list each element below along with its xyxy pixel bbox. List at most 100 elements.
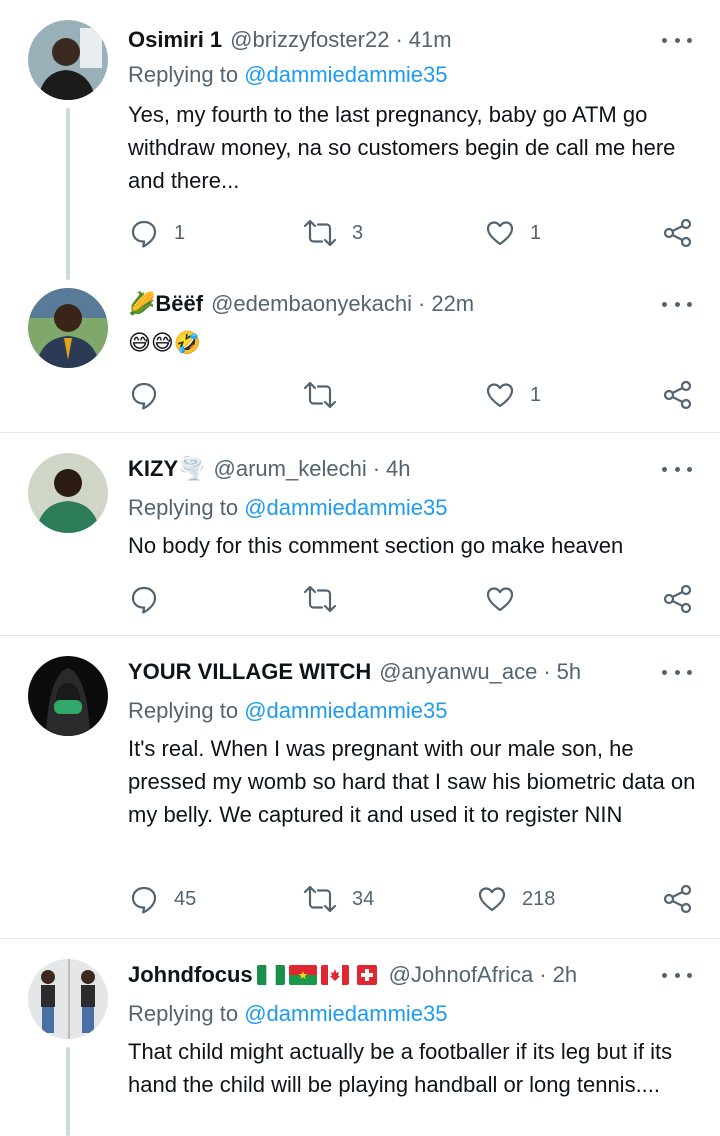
thread-line xyxy=(66,1047,70,1136)
more-icon[interactable] xyxy=(662,459,692,479)
mention-link[interactable]: @dammiedammie35 xyxy=(244,1001,447,1026)
retweet-count: 34 xyxy=(352,887,375,910)
share-icon xyxy=(663,884,692,914)
reply-icon xyxy=(131,886,157,914)
reply-icon xyxy=(131,382,157,410)
display-name[interactable]: YOUR VILLAGE WITCH xyxy=(128,659,371,685)
like-button[interactable]: 218 xyxy=(476,882,555,916)
timestamp[interactable]: 22m xyxy=(431,291,474,317)
more-icon[interactable] xyxy=(662,662,692,682)
timestamp[interactable]: 4h xyxy=(386,456,410,482)
timestamp[interactable]: 5h xyxy=(557,659,581,685)
avatar[interactable] xyxy=(28,959,108,1039)
reply-count: 45 xyxy=(174,887,197,910)
retweet-button[interactable]: 3 xyxy=(302,216,363,250)
replying-to: Replying to @dammiedammie35 xyxy=(128,698,448,724)
separator-dot: · xyxy=(418,291,426,316)
retweet-icon xyxy=(303,585,337,613)
avatar[interactable] xyxy=(28,656,108,736)
share-button[interactable] xyxy=(662,378,694,412)
separator-dot: · xyxy=(543,659,551,684)
share-icon xyxy=(663,380,692,410)
reply-button[interactable] xyxy=(128,378,174,412)
tweet-header: YOUR VILLAGE WITCH @anyanwu_ace · 5h xyxy=(128,652,581,692)
mention-link[interactable]: @dammiedammie35 xyxy=(244,62,447,87)
retweet-button[interactable] xyxy=(302,582,352,616)
tweet-text: It's real. When I was pregnant with our … xyxy=(128,736,696,827)
mention-link[interactable]: @dammiedammie35 xyxy=(244,698,447,723)
display-name[interactable]: Osimiri 1 xyxy=(128,27,222,53)
replying-to-label: Replying to xyxy=(128,62,239,87)
mention-link[interactable]: @dammiedammie35 xyxy=(244,495,447,520)
heart-icon xyxy=(478,887,506,912)
like-count: 218 xyxy=(522,887,556,910)
reply-button[interactable] xyxy=(128,582,174,616)
retweet-button[interactable]: 34 xyxy=(302,882,374,916)
user-handle[interactable]: @arum_kelechi xyxy=(214,456,367,482)
display-name[interactable]: Bëëf xyxy=(155,291,203,317)
retweet-icon xyxy=(303,381,337,409)
retweet-count: 3 xyxy=(352,221,364,244)
like-button[interactable] xyxy=(484,582,530,616)
tweet-header: Osimiri 1 @brizzyfoster22 · 41m xyxy=(128,20,452,60)
avatar[interactable] xyxy=(28,288,108,368)
share-icon xyxy=(663,584,692,614)
tweet-1[interactable]: Osimiri 1 @brizzyfoster22 · 41m Replying… xyxy=(0,0,720,280)
canada-flag xyxy=(320,965,349,985)
tweet-header: KIZY 🌪️ @arum_kelechi · 4h xyxy=(128,449,411,489)
heart-icon xyxy=(486,383,514,408)
separator-dot: · xyxy=(372,456,381,481)
tweet-text: Yes, my fourth to the last pregnancy, ba… xyxy=(128,102,676,193)
tweet-text: 😅😅🤣 xyxy=(128,330,202,355)
share-icon xyxy=(663,218,692,248)
share-button[interactable] xyxy=(662,216,694,250)
reply-count: 1 xyxy=(174,221,186,244)
replying-to: Replying to @dammiedammie35 xyxy=(128,1001,448,1027)
user-handle[interactable]: @anyanwu_ace xyxy=(379,659,537,685)
tweet-5[interactable]: Johndfocus @JohnofAfrica · 2h Replying t… xyxy=(0,939,720,1136)
display-name[interactable]: KIZY xyxy=(128,456,178,482)
timestamp[interactable]: 2h xyxy=(553,962,577,988)
like-button[interactable]: 1 xyxy=(484,378,541,412)
tweet-2[interactable]: 🌽 Bëëf @edembaonyekachi · 22m 😅😅🤣 1 xyxy=(0,280,720,432)
reply-icon xyxy=(131,220,157,248)
reply-button[interactable]: 45 xyxy=(128,882,196,916)
share-button[interactable] xyxy=(662,582,694,616)
separator-dot: · xyxy=(539,962,547,987)
like-count: 1 xyxy=(530,383,542,406)
replying-to-label: Replying to xyxy=(128,1001,239,1026)
tweet-header: Johndfocus @JohnofAfrica · 2h xyxy=(128,955,577,995)
tweet-text: That child might actually be a footballe… xyxy=(128,1039,673,1097)
replying-to: Replying to @dammiedammie35 xyxy=(128,495,448,521)
timestamp[interactable]: 41m xyxy=(409,27,452,53)
retweet-icon xyxy=(303,219,337,247)
switzerland-flag xyxy=(353,965,381,985)
like-count: 1 xyxy=(530,221,542,244)
more-icon[interactable] xyxy=(662,30,692,50)
tweet-4[interactable]: YOUR VILLAGE WITCH @anyanwu_ace · 5h Rep… xyxy=(0,636,720,938)
tweet-3[interactable]: KIZY 🌪️ @arum_kelechi · 4h Replying to @… xyxy=(0,433,720,635)
name-emoji-corn: 🌽 xyxy=(128,291,156,316)
like-button[interactable]: 1 xyxy=(484,216,541,250)
avatar[interactable] xyxy=(28,20,108,100)
reply-button[interactable]: 1 xyxy=(128,216,185,250)
reply-icon xyxy=(131,586,157,614)
heart-icon xyxy=(486,221,514,246)
retweet-button[interactable] xyxy=(302,378,352,412)
separator-dot: · xyxy=(395,27,403,52)
burkina-faso-flag xyxy=(288,965,317,985)
tweet-header: 🌽 Bëëf @edembaonyekachi · 22m xyxy=(128,284,474,324)
user-handle[interactable]: @JohnofAfrica xyxy=(389,962,534,988)
more-icon[interactable] xyxy=(662,294,692,314)
tweet-text: No body for this comment section go make… xyxy=(128,533,624,558)
replying-to-label: Replying to xyxy=(128,698,239,723)
user-handle[interactable]: @brizzyfoster22 xyxy=(230,27,389,53)
replying-to: Replying to @dammiedammie35 xyxy=(128,62,448,88)
display-name[interactable]: Johndfocus xyxy=(128,962,253,988)
share-button[interactable] xyxy=(662,882,694,916)
user-handle[interactable]: @edembaonyekachi xyxy=(211,291,412,317)
more-icon[interactable] xyxy=(662,965,692,985)
heart-icon xyxy=(486,587,514,612)
name-emoji-tornado: 🌪️ xyxy=(178,456,206,481)
avatar[interactable] xyxy=(28,453,108,533)
